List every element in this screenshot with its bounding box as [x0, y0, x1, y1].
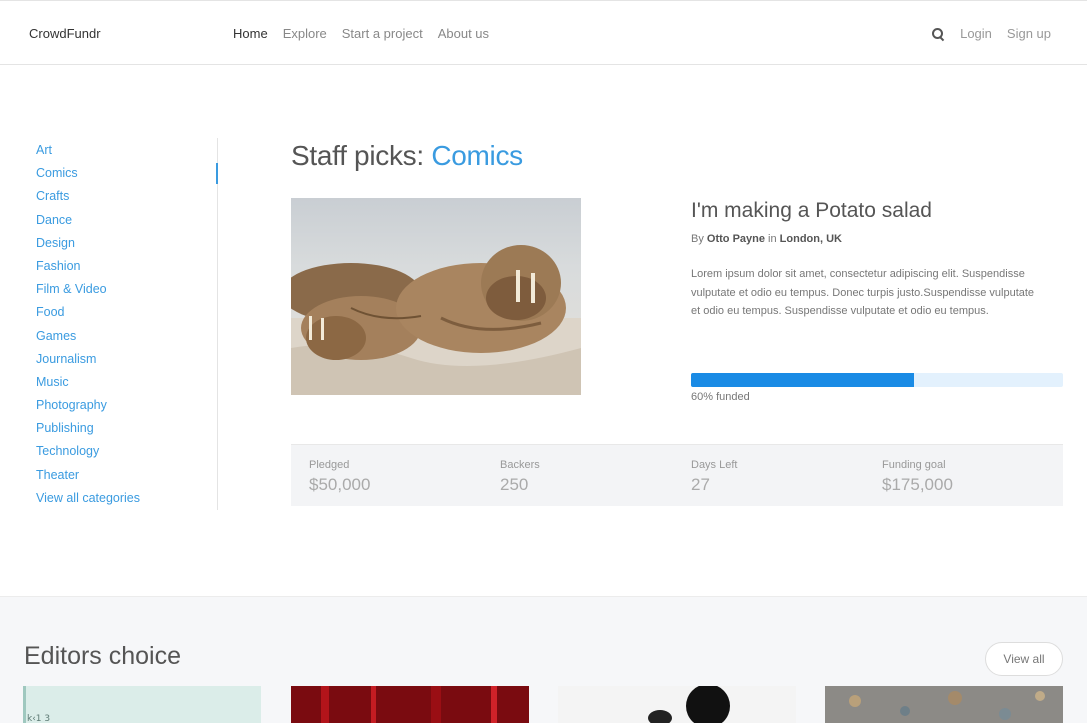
- category-crafts[interactable]: Crafts: [36, 189, 217, 212]
- editors-card[interactable]: k‹1 3: [23, 686, 261, 723]
- in-label: in: [768, 233, 777, 245]
- title-category: Comics: [431, 140, 523, 171]
- stat-label: Funding goal: [882, 459, 946, 471]
- card-image: [558, 686, 796, 723]
- category-publishing[interactable]: Publishing: [36, 421, 217, 444]
- category-film-video[interactable]: Film & Video: [36, 282, 217, 305]
- signup-link[interactable]: Sign up: [1007, 26, 1051, 41]
- author-name[interactable]: Otto Payne: [707, 233, 765, 245]
- card-image: k‹1 3: [23, 686, 261, 723]
- walrus-photo: [291, 198, 581, 395]
- stat-value: 250: [500, 475, 529, 494]
- category-photography[interactable]: Photography: [36, 398, 217, 421]
- nav-start-project[interactable]: Start a project: [342, 26, 423, 41]
- category-music[interactable]: Music: [36, 375, 217, 398]
- category-comics[interactable]: Comics: [36, 166, 217, 189]
- category-theater[interactable]: Theater: [36, 468, 217, 491]
- stat-label: Backers: [500, 459, 540, 471]
- editors-choice-section: Editors choice View all k‹1 3: [0, 596, 1087, 723]
- category-art[interactable]: Art: [36, 143, 217, 166]
- category-technology[interactable]: Technology: [36, 444, 217, 467]
- stat-funding-goal: Funding goal $175,000: [882, 459, 953, 495]
- svg-text:k‹1 3: k‹1 3: [27, 714, 50, 723]
- project-byline: By Otto Payne in London, UK: [691, 233, 842, 245]
- view-all-button[interactable]: View all: [985, 642, 1063, 676]
- category-games[interactable]: Games: [36, 329, 217, 352]
- category-journalism[interactable]: Journalism: [36, 352, 217, 375]
- nav-right: Login Sign up: [931, 26, 1051, 41]
- funded-label: 60% funded: [691, 391, 750, 403]
- active-category-marker: [216, 163, 218, 184]
- stat-label: Days Left: [691, 459, 738, 471]
- project-image[interactable]: [291, 198, 581, 395]
- editors-card[interactable]: [291, 686, 529, 723]
- brand-logo[interactable]: CrowdFundr: [29, 26, 101, 41]
- by-label: By: [691, 233, 704, 245]
- stat-value: $50,000: [309, 475, 371, 494]
- category-sidebar: Art Comics Crafts Dance Design Fashion F…: [36, 138, 218, 510]
- login-link[interactable]: Login: [960, 26, 992, 41]
- category-fashion[interactable]: Fashion: [36, 259, 217, 282]
- stat-days-left: Days Left 27: [691, 459, 737, 495]
- search-icon[interactable]: [931, 27, 945, 41]
- editors-card[interactable]: [558, 686, 796, 723]
- project-description: Lorem ipsum dolor sit amet, consectetur …: [691, 268, 1035, 317]
- title-prefix: Staff picks:: [291, 140, 432, 171]
- funding-progress-bar: [691, 373, 1063, 387]
- view-all-categories-link[interactable]: View all categories: [36, 491, 217, 514]
- project-stats: Pledged $50,000 Backers 250 Days Left 27…: [291, 444, 1063, 506]
- stat-pledged: Pledged $50,000: [309, 459, 370, 495]
- category-design[interactable]: Design: [36, 236, 217, 259]
- nav-home[interactable]: Home: [233, 26, 268, 41]
- main-nav: Home Explore Start a project About us: [233, 26, 489, 41]
- page-title: Staff picks: Comics: [291, 140, 523, 172]
- top-navbar: CrowdFundr Home Explore Start a project …: [0, 0, 1087, 65]
- project-title[interactable]: I'm making a Potato salad: [691, 199, 932, 223]
- stat-value: 27: [691, 475, 710, 494]
- nav-about[interactable]: About us: [438, 26, 489, 41]
- stat-backers: Backers 250: [500, 459, 540, 495]
- card-image: [291, 686, 529, 723]
- stat-label: Pledged: [309, 459, 350, 471]
- project-location[interactable]: London, UK: [780, 233, 842, 245]
- editors-card[interactable]: [825, 686, 1063, 723]
- nav-explore[interactable]: Explore: [283, 26, 327, 41]
- card-image: [825, 686, 1063, 723]
- stat-value: $175,000: [882, 475, 953, 494]
- editors-choice-title: Editors choice: [24, 642, 182, 670]
- category-food[interactable]: Food: [36, 305, 217, 328]
- category-dance[interactable]: Dance: [36, 213, 217, 236]
- funding-progress-fill: [691, 373, 915, 387]
